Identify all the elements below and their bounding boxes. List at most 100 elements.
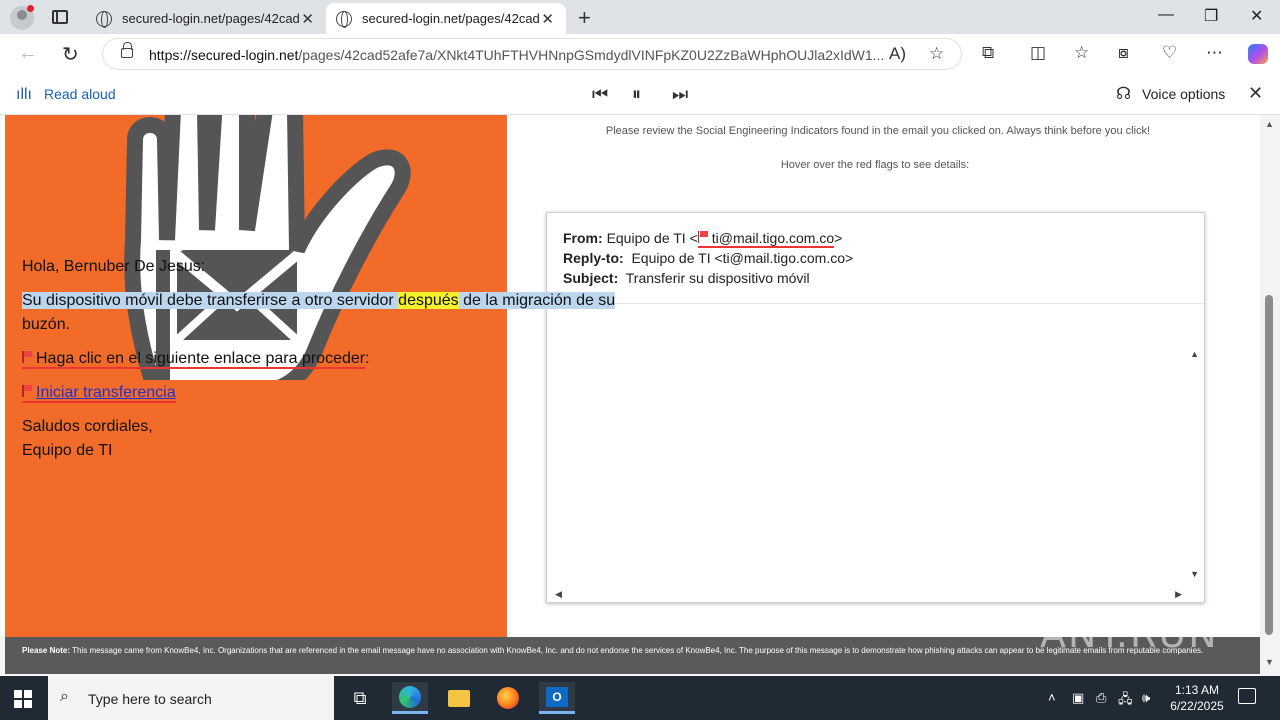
firefox-icon (497, 687, 519, 709)
edge-icon (399, 685, 421, 708)
disclaimer-text: This message came from KnowBe4, Inc. Org… (70, 646, 1204, 655)
link-line: Iniciar transferencia (22, 381, 622, 405)
from-flag[interactable]: ti@mail.tigo.com.co (697, 230, 835, 248)
scroll-up-icon[interactable]: ▲ (1265, 119, 1274, 129)
tab-2-active[interactable]: secured-login.net/pages/42cad52afe7a ✕ (326, 3, 566, 34)
pause-icon[interactable]: ⏸ (632, 84, 641, 105)
tab-bar: secured-login.net/pages/42cad52afe7a ✕ s… (0, 0, 1280, 34)
link-flag[interactable]: Iniciar transferencia (22, 384, 176, 403)
close-window-icon[interactable]: ✕ (1250, 6, 1263, 26)
new-tab-button[interactable]: + (578, 5, 591, 31)
collections-icon[interactable]: ⧇ (1118, 43, 1129, 63)
address-bar[interactable]: https://secured-login.net/pages/42cad52a… (102, 38, 962, 70)
next-icon[interactable]: ⏭ (672, 84, 688, 105)
red-flag-icon[interactable] (22, 385, 33, 397)
instruction-colon: : (365, 350, 370, 367)
red-flag-icon[interactable] (697, 231, 709, 243)
notifications-icon[interactable] (1238, 688, 1256, 704)
email-preview: From: Equipo de TI < ti@mail.tigo.com.co>… (546, 212, 1205, 603)
split-screen-icon[interactable]: ◫ (1030, 43, 1046, 63)
email-scroll-right-icon[interactable]: ▶ (1175, 589, 1182, 600)
read-aloud-icon: ıllı (16, 86, 32, 103)
highlighted-word[interactable]: después (398, 292, 459, 309)
email-scroll-up-icon[interactable]: ▲ (1190, 349, 1199, 359)
email-body: Hola, Bernuber De Jesus: Su dispositivo … (22, 255, 622, 463)
outlook-tray-icon[interactable]: ▣ (1072, 690, 1084, 706)
more-menu-icon[interactable]: ⋯ (1206, 43, 1223, 63)
show-hidden-icons[interactable]: ˄ (1048, 690, 1056, 705)
watermark: ANY.RUN (1040, 612, 1219, 656)
notification-dot (27, 5, 34, 12)
taskbar: ⌕ Type here to search ⧉ O ˄ ▣ ⎙ 🖧 🕪 1:13… (0, 676, 1280, 720)
read-aloud-icon[interactable]: A) (889, 44, 906, 64)
paragraph-main: Su dispositivo móvil debe transferirse a… (22, 289, 622, 337)
task-view-icon[interactable]: ⧉ (342, 682, 378, 714)
close-read-aloud-icon[interactable]: ✕ (1248, 83, 1263, 104)
browser-essentials-icon[interactable]: ♡ (1162, 43, 1177, 63)
back-arrow-icon[interactable]: ← (18, 42, 38, 65)
search-placeholder: Type here to search (88, 691, 212, 707)
from-name: Equipo de TI < (606, 230, 698, 246)
closing-block: Saludos cordiales, Equipo de TI (22, 415, 622, 463)
highlighted-text-cont[interactable]: de la migración de su (458, 292, 616, 309)
email-header: From: Equipo de TI < ti@mail.tigo.com.co>… (547, 213, 1204, 304)
windows-start-icon[interactable] (14, 690, 32, 708)
globe-icon (96, 10, 112, 28)
clock-time: 1:13 AM (1174, 683, 1220, 697)
scroll-down-icon[interactable]: ▼ (1265, 657, 1274, 667)
voice-options-icon[interactable]: ☊ (1116, 84, 1131, 104)
email-scroll-down-icon[interactable]: ▼ (1190, 569, 1199, 579)
system-clock[interactable]: 1:13 AM 6/22/2025 (1164, 682, 1230, 714)
taskbar-search[interactable]: ⌕ Type here to search (48, 676, 334, 720)
from-line: From: Equipo de TI < ti@mail.tigo.com.co> (563, 230, 1188, 250)
address-row: ← ↻ https://secured-login.net/pages/42ca… (0, 34, 1280, 74)
from-close: > (834, 230, 843, 246)
edge-app[interactable] (392, 682, 428, 714)
previous-icon[interactable]: ⏮ (592, 84, 608, 105)
tab-title: secured-login.net/pages/42cad52afe7a (122, 11, 300, 26)
highlighted-text[interactable]: Su dispositivo móvil debe transferirse a… (22, 292, 399, 309)
volume-icon[interactable]: 🕪 (1142, 690, 1150, 706)
red-flag-icon[interactable] (22, 351, 33, 363)
copilot-icon[interactable] (1248, 44, 1268, 64)
greeting: Hola, Bernuber De Jesus: (22, 258, 206, 275)
hover-instructions: Hover over the red flags to see details: (780, 159, 970, 171)
page-content: Please review the Social Engineering Ind… (0, 115, 1260, 637)
tab-title: secured-login.net/pages/42cad52afe7a (362, 11, 540, 26)
close-tab-icon[interactable]: ✕ (541, 10, 554, 28)
voice-options-button[interactable]: Voice options (1142, 86, 1225, 102)
network-icon[interactable]: 🖧 (1118, 690, 1133, 712)
minimize-icon[interactable]: — (1158, 6, 1174, 24)
close-tab-icon[interactable]: ✕ (301, 10, 314, 28)
closing: Saludos cordiales, (22, 418, 153, 435)
favorite-star-icon[interactable]: ☆ (929, 44, 944, 64)
instruction-text: Haga clic en el siguiente enlace para pr… (36, 350, 366, 367)
tab-1[interactable]: secured-login.net/pages/42cad52afe7a ✕ (86, 3, 326, 34)
globe-icon (336, 10, 352, 28)
paragraph-end: buzón. (22, 316, 71, 333)
subject-line: Subject: Transferir su dispositivo móvil (563, 270, 1188, 290)
firefox-app[interactable] (490, 682, 526, 714)
file-explorer-app[interactable] (441, 682, 477, 714)
favorites-icon[interactable]: ☆ (1074, 43, 1089, 63)
subject-value: Transferir su dispositivo móvil (625, 270, 810, 286)
restore-icon[interactable]: ❐ (1204, 6, 1218, 26)
scrollbar-thumb[interactable] (1265, 295, 1273, 635)
device-tray-icon[interactable]: ⎙ (1096, 690, 1106, 706)
transfer-link[interactable]: Iniciar transferencia (36, 384, 176, 401)
tab-actions-icon[interactable] (52, 10, 68, 24)
lock-icon[interactable] (121, 42, 133, 58)
search-icon: ⌕ (60, 688, 69, 705)
from-address: ti@mail.tigo.com.co (711, 230, 835, 246)
extensions-icon[interactable]: ⧉ (982, 43, 994, 63)
email-scroll-left-icon[interactable]: ◀ (555, 589, 562, 600)
instruction-flag[interactable]: Haga clic en el siguiente enlace para pr… (22, 350, 366, 369)
read-aloud-bar: ıllı Read aloud ⏮ ⏸ ⏭ ☊ Voice options ✕ (0, 74, 1280, 115)
disclaimer-label: Please Note: (22, 646, 71, 655)
page-scrollbar[interactable]: ▲ ▼ (1260, 115, 1280, 675)
outlook-app[interactable]: O (539, 682, 575, 714)
signature: Equipo de TI (22, 442, 113, 459)
outlook-icon: O (546, 686, 568, 707)
url-text[interactable]: https://secured-login.net/pages/42cad52a… (149, 47, 884, 63)
refresh-icon[interactable]: ↻ (62, 42, 79, 67)
